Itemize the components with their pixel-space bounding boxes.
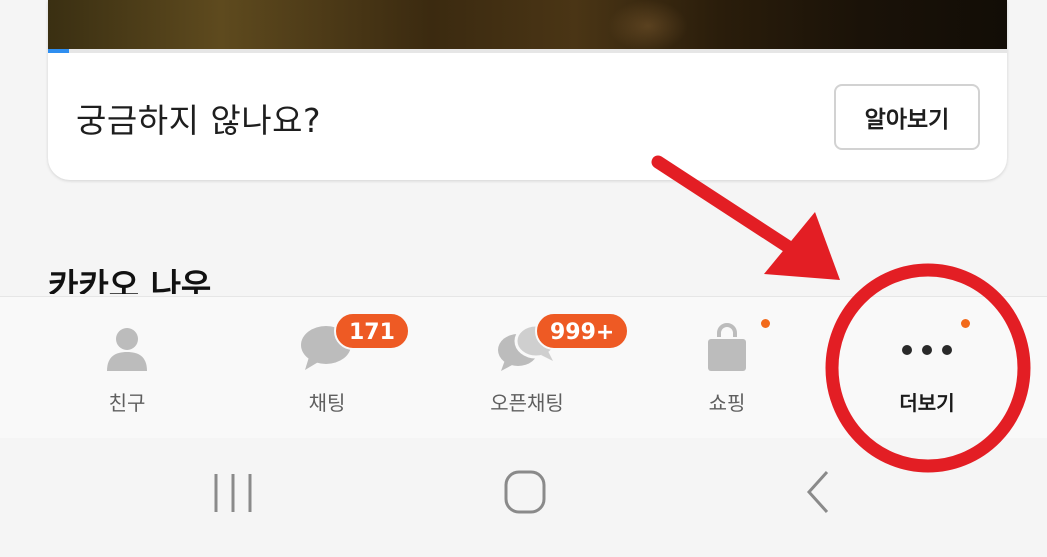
tab-open-chat[interactable]: 999+ 오픈채팅 — [427, 297, 630, 439]
section-title: 카카오 나우 — [48, 266, 212, 294]
recent-apps-icon[interactable] — [188, 458, 278, 528]
video-progress-track — [48, 49, 1007, 53]
tab-label-friends: 친구 — [108, 391, 146, 415]
shopping-notification-dot — [761, 319, 770, 328]
bottom-tab-bar: 친구 171 채팅 999+ 오픈채팅 쇼핑 더보기 — [0, 296, 1047, 438]
more-icon — [902, 345, 952, 355]
shopping-bag-icon — [708, 323, 746, 371]
tab-label-chats: 채팅 — [308, 391, 346, 415]
chat-unread-badge: 171 — [334, 312, 410, 350]
tab-label-open-chat: 오픈채팅 — [490, 391, 564, 415]
tab-friends[interactable]: 친구 — [27, 297, 227, 439]
promo-title: 궁금하지 않나요? — [76, 101, 322, 140]
back-icon[interactable] — [772, 458, 862, 528]
video-thumbnail[interactable] — [48, 0, 1007, 52]
promo-card: 궁금하지 않나요? 알아보기 — [48, 0, 1007, 180]
tab-label-shopping: 쇼핑 — [708, 391, 746, 415]
learn-more-button[interactable]: 알아보기 — [834, 84, 980, 150]
tab-shopping[interactable]: 쇼핑 — [627, 297, 827, 439]
tab-chats[interactable]: 171 채팅 — [227, 297, 427, 439]
more-notification-dot — [961, 319, 970, 328]
person-icon — [107, 328, 147, 371]
open-chat-unread-badge: 999+ — [535, 312, 630, 350]
annotation-arrowhead — [764, 212, 840, 280]
tab-more[interactable]: 더보기 — [827, 297, 1027, 439]
home-icon[interactable] — [480, 458, 570, 528]
system-navigation-bar — [0, 438, 1047, 557]
video-progress-bar — [48, 49, 69, 53]
tab-label-more: 더보기 — [899, 391, 955, 415]
